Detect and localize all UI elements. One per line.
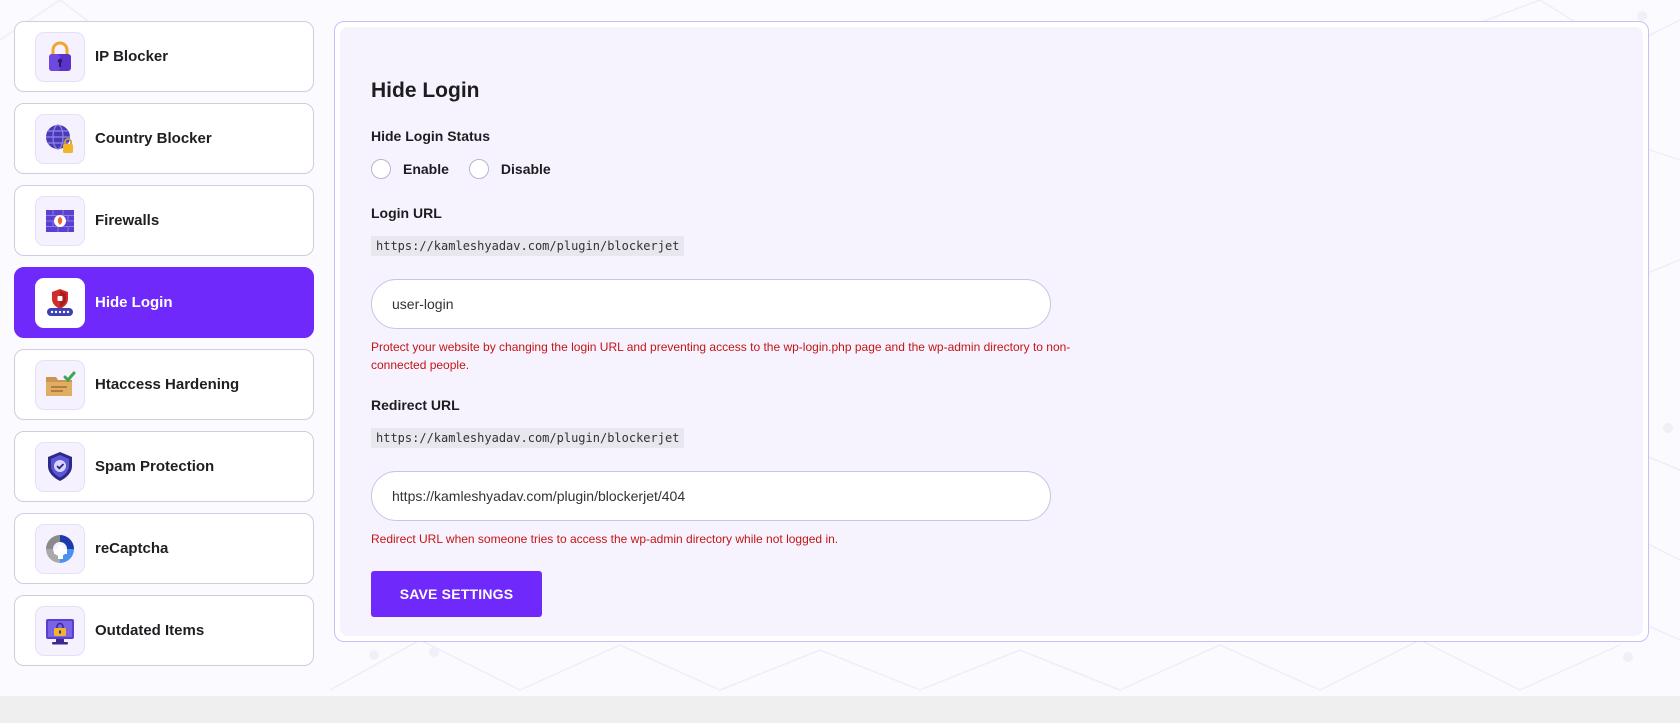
enable-radio-circle[interactable] <box>371 159 391 179</box>
sidebar-item-hide-login[interactable]: Hide Login <box>14 267 314 338</box>
disable-radio[interactable]: Disable <box>468 159 551 179</box>
login-url-base: https://kamleshyadav.com/plugin/blockerj… <box>371 236 685 256</box>
page-background: IP Blocker Country Blocker Firewalls Hid… <box>0 0 1680 696</box>
sidebar-item-label: Hide Login <box>95 294 173 311</box>
sidebar-item-firewalls[interactable]: Firewalls <box>14 185 314 256</box>
hide-login-form: Hide Login Hide Login Status Enable Disa… <box>371 79 1070 617</box>
disable-radio-circle[interactable] <box>468 159 489 179</box>
sidebar-item-country-blocker[interactable]: Country Blocker <box>14 103 314 174</box>
sidebar-item-outdated-items[interactable]: Outdated Items <box>14 595 314 666</box>
redirect-url-label: Redirect URL <box>371 397 460 413</box>
sidebar-item-recaptcha[interactable]: reCaptcha <box>14 513 314 584</box>
padlock-icon <box>35 31 85 82</box>
sidebar-item-label: Country Blocker <box>95 130 212 147</box>
enable-radio[interactable]: Enable <box>371 159 449 179</box>
shield-password-icon <box>35 277 85 328</box>
bottom-strip <box>0 696 1680 723</box>
login-url-help-text: Protect your website by changing the log… <box>371 340 1071 372</box>
sidebar: IP Blocker Country Blocker Firewalls Hid… <box>14 21 314 677</box>
sidebar-item-label: Firewalls <box>95 212 160 229</box>
recaptcha-icon <box>35 523 85 574</box>
settings-panel: Hide Login Hide Login Status Enable Disa… <box>334 21 1649 642</box>
hide-login-status-label: Hide Login Status <box>371 128 490 144</box>
sidebar-item-ip-blocker[interactable]: IP Blocker <box>14 21 314 92</box>
login-url-input[interactable] <box>371 279 1051 329</box>
sidebar-item-spam-protection[interactable]: Spam Protection <box>14 431 314 502</box>
sidebar-item-htaccess-hardening[interactable]: Htaccess Hardening <box>14 349 314 420</box>
enable-radio-label[interactable]: Enable <box>403 161 449 177</box>
shield-check-icon <box>35 441 85 492</box>
login-url-label: Login URL <box>371 205 442 221</box>
sidebar-item-label: Outdated Items <box>95 622 205 639</box>
sidebar-item-label: Spam Protection <box>95 458 215 475</box>
page-title: Hide Login <box>371 79 480 102</box>
hide-login-status-radios: Enable Disable <box>371 159 1061 179</box>
save-settings-button[interactable]: SAVE SETTINGS <box>371 571 542 617</box>
disable-radio-label[interactable]: Disable <box>501 161 551 177</box>
redirect-url-help-text: Redirect URL when someone tries to acces… <box>371 532 839 546</box>
redirect-url-base: https://kamleshyadav.com/plugin/blockerj… <box>371 428 685 448</box>
folder-check-icon <box>35 359 85 410</box>
firewall-icon <box>35 195 85 246</box>
sidebar-item-label: reCaptcha <box>95 540 169 557</box>
sidebar-item-label: Htaccess Hardening <box>95 376 240 393</box>
monitor-lock-icon <box>35 605 85 656</box>
sidebar-item-label: IP Blocker <box>95 48 169 65</box>
globe-lock-icon <box>35 113 85 164</box>
redirect-url-input[interactable] <box>371 471 1051 521</box>
settings-panel-inner: Hide Login Hide Login Status Enable Disa… <box>340 27 1643 636</box>
